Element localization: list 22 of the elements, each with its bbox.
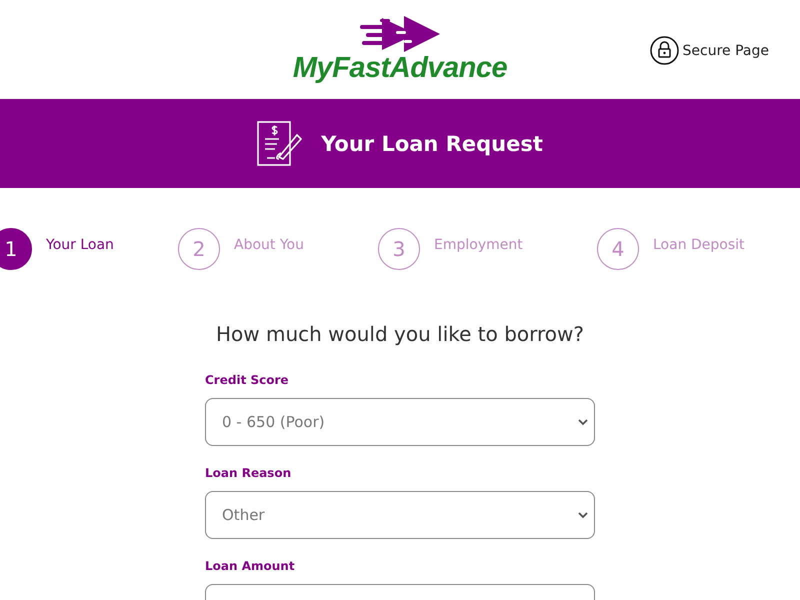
form-heading: How much would you like to borrow? <box>214 322 586 346</box>
lock-icon <box>650 36 679 65</box>
field-label: Loan Amount <box>205 559 296 573</box>
secure-page-label: Secure Page <box>682 42 769 58</box>
step-label: Loan Deposit <box>653 237 745 253</box>
step-label: Your Loan <box>46 237 114 253</box>
loan-document-icon <box>257 120 304 166</box>
step-number: 1 <box>0 228 32 270</box>
step-label: Employment <box>434 237 523 253</box>
banner-title: Your Loan Request <box>321 132 543 156</box>
logo-arrow-icon <box>360 16 440 54</box>
step-label: About You <box>234 237 304 253</box>
step-number: 4 <box>597 228 639 270</box>
step-number: 3 <box>378 228 420 270</box>
chevron-down-icon <box>578 512 588 518</box>
field-label: Loan Reason <box>205 466 292 480</box>
select-field[interactable]: 0 - 650 (Poor) <box>205 398 595 446</box>
field-label: Credit Score <box>205 373 290 387</box>
chevron-down-icon <box>578 418 588 426</box>
step-number: 2 <box>178 228 220 270</box>
logo-text: MyFastAdvance <box>292 54 508 83</box>
select-field[interactable]: Other <box>205 491 595 539</box>
